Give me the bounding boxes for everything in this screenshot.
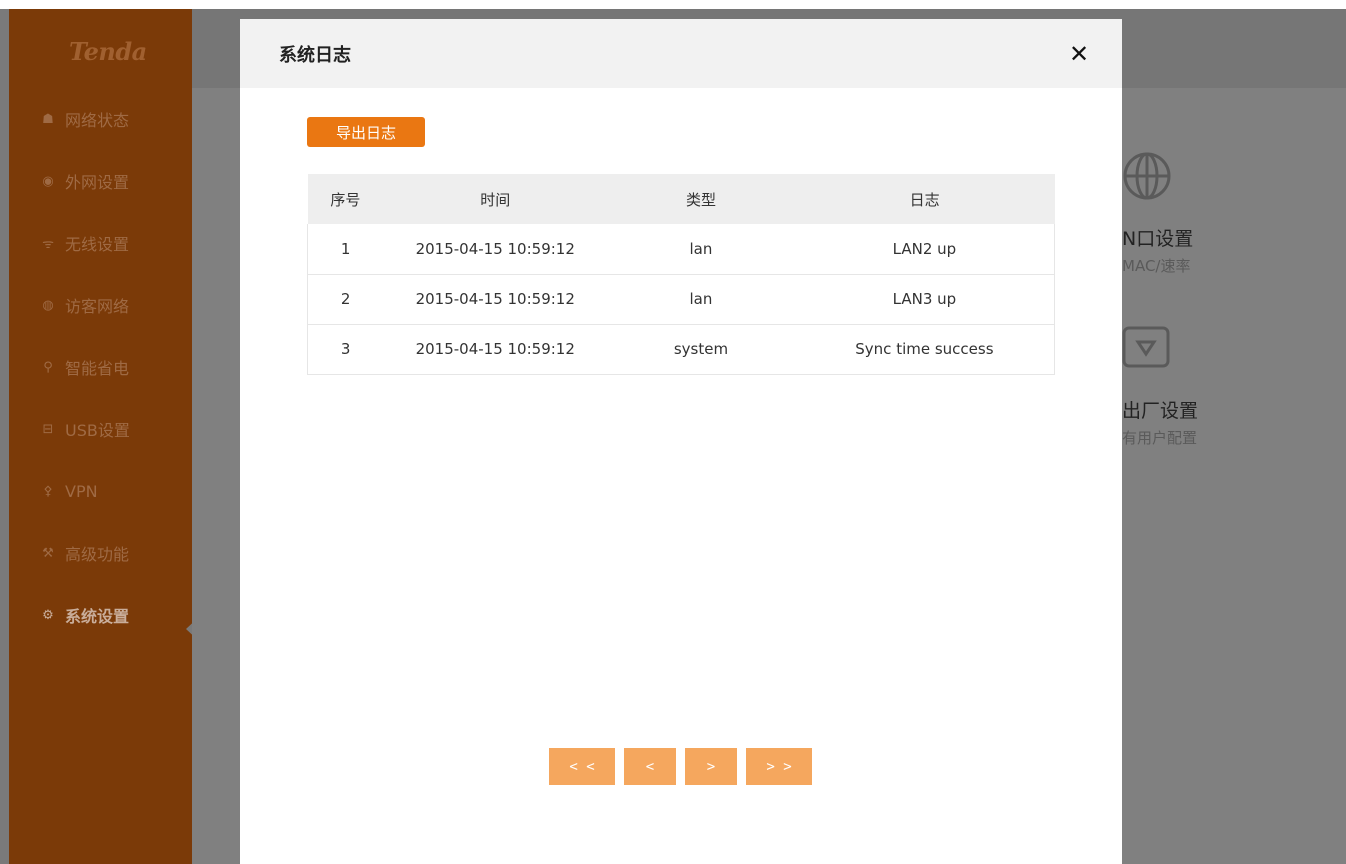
cell-log: LAN3 up xyxy=(794,274,1055,325)
factory-reset-title: 出厂设置 xyxy=(1122,400,1199,422)
sidebar-item-wireless-settings[interactable]: ᯤ 无线设置 xyxy=(39,228,129,258)
table-header-row: 序号 时间 类型 日志 xyxy=(307,174,1055,224)
sidebar-item-power-save[interactable]: ⚲ 智能省电 xyxy=(39,352,129,382)
log-table: 序号 时间 类型 日志 1 2015-04-15 10:59:12 lan LA… xyxy=(307,174,1055,375)
prev-page-button[interactable]: < xyxy=(624,748,676,785)
sidebar-item-label: 外网设置 xyxy=(65,173,130,192)
wifi-icon: ᯤ xyxy=(42,237,54,252)
cell-index: 1 xyxy=(307,224,384,275)
column-header-index: 序号 xyxy=(307,174,384,224)
sidebar-item-vpn[interactable]: ⚴ VPN xyxy=(39,476,98,506)
sidebar-item-guest-network[interactable]: ◍ 访客网络 xyxy=(39,290,129,320)
sidebar-item-label: 无线设置 xyxy=(65,235,130,254)
top-strip xyxy=(0,0,1346,9)
last-page-button[interactable]: > > xyxy=(746,748,812,785)
close-icon[interactable]: ✕ xyxy=(1066,41,1092,67)
table-row: 3 2015-04-15 10:59:12 system Sync time s… xyxy=(307,324,1055,375)
system-settings-icon: ⚙ xyxy=(42,607,54,623)
sidebar-item-label: 智能省电 xyxy=(65,359,130,378)
cell-time: 2015-04-15 10:59:12 xyxy=(383,274,608,325)
usb-icon: ⊟ xyxy=(42,421,54,437)
table-row: 2 2015-04-15 10:59:12 lan LAN3 up xyxy=(307,274,1055,325)
sidebar-item-label: 访客网络 xyxy=(65,297,130,316)
first-page-button[interactable]: < < xyxy=(549,748,615,785)
sidebar-item-label: 网络状态 xyxy=(65,111,130,130)
globe-icon xyxy=(1123,152,1171,200)
sidebar-item-network-status[interactable]: ☗ 网络状态 xyxy=(39,104,129,134)
factory-reset-icon xyxy=(1122,326,1170,368)
power-save-icon: ⚲ xyxy=(43,359,53,375)
export-log-button[interactable]: 导出日志 xyxy=(307,117,425,147)
brand-logo: Tenda xyxy=(69,37,147,66)
system-log-dialog: 系统日志 ✕ 导出日志 序号 时间 类型 日志 1 2015-04-15 10:… xyxy=(240,19,1122,864)
sidebar-item-advanced[interactable]: ⚒ 高级功能 xyxy=(39,538,129,568)
wan-settings-icon: ◉ xyxy=(42,173,54,189)
next-page-button[interactable]: > xyxy=(685,748,737,785)
cell-index: 3 xyxy=(307,324,384,375)
sidebar: Tenda ☗ 网络状态 ◉ 外网设置 ᯤ 无线设置 ◍ 访客网络 ⚲ 智能省电… xyxy=(9,9,201,864)
pagination: < < < > > > xyxy=(549,748,812,785)
cell-type: lan xyxy=(607,224,795,275)
sidebar-item-label: USB设置 xyxy=(65,421,130,440)
wan-port-settings-subtitle: MAC/速率 xyxy=(1122,257,1191,275)
cell-type: system xyxy=(607,324,795,375)
cell-index: 2 xyxy=(307,274,384,325)
column-header-log: 日志 xyxy=(794,174,1055,224)
dialog-title: 系统日志 xyxy=(279,45,351,66)
sidebar-item-label: 高级功能 xyxy=(65,545,130,564)
sidebar-item-label: 系统设置 xyxy=(65,607,130,626)
guest-network-icon: ◍ xyxy=(42,297,54,313)
network-status-icon: ☗ xyxy=(42,111,54,127)
sidebar-item-usb-settings[interactable]: ⊟ USB设置 xyxy=(39,414,130,444)
dialog-header: 系统日志 ✕ xyxy=(240,19,1122,88)
cell-log: LAN2 up xyxy=(794,224,1055,275)
factory-reset-subtitle: 有用户配置 xyxy=(1122,429,1198,447)
advanced-icon: ⚒ xyxy=(42,545,54,561)
sidebar-item-label: VPN xyxy=(65,481,98,501)
cell-type: lan xyxy=(607,274,795,325)
cell-time: 2015-04-15 10:59:12 xyxy=(383,324,608,375)
cell-log: Sync time success xyxy=(794,324,1055,375)
sidebar-item-system-settings[interactable]: ⚙ 系统设置 xyxy=(39,600,129,630)
cell-time: 2015-04-15 10:59:12 xyxy=(383,224,608,275)
table-row: 1 2015-04-15 10:59:12 lan LAN2 up xyxy=(307,224,1055,275)
vpn-icon: ⚴ xyxy=(43,483,53,499)
sidebar-item-wan-settings[interactable]: ◉ 外网设置 xyxy=(39,166,129,196)
column-header-type: 类型 xyxy=(607,174,795,224)
column-header-time: 时间 xyxy=(383,174,608,224)
wan-port-settings-title: N口设置 xyxy=(1122,228,1194,250)
